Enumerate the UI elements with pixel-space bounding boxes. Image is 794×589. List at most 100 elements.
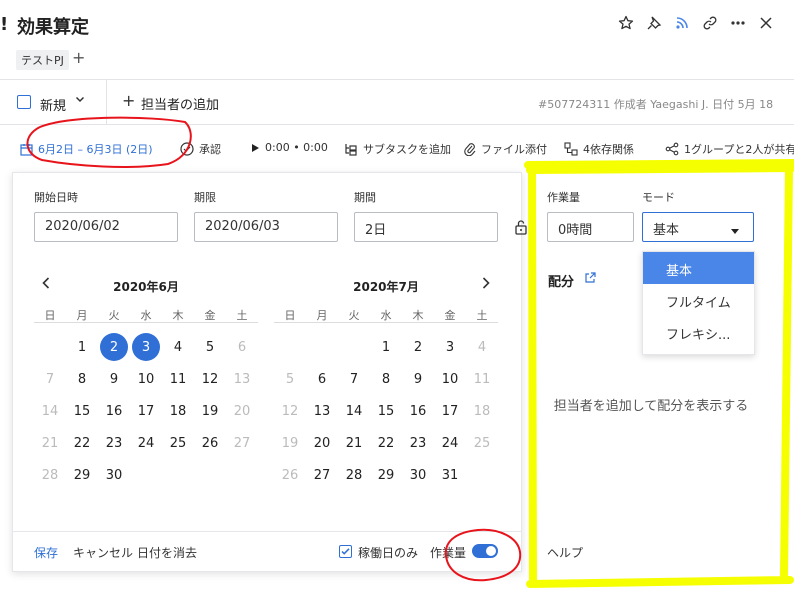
save-button[interactable]: 保存 xyxy=(34,544,58,561)
calendar-day[interactable]: 3 xyxy=(130,331,162,363)
calendar-day[interactable]: 20 xyxy=(226,395,258,427)
calendar-day[interactable]: 10 xyxy=(130,363,162,395)
attach-button[interactable]: ファイル添付 xyxy=(464,141,547,157)
calendar-day[interactable]: 9 xyxy=(402,363,434,395)
effort-input[interactable]: 0時間 xyxy=(547,212,634,242)
calendar-day[interactable]: 18 xyxy=(162,395,194,427)
share-button[interactable]: 1グループと2人が共有 xyxy=(665,141,794,157)
star-icon[interactable] xyxy=(615,12,637,34)
calendar-day[interactable]: 10 xyxy=(434,363,466,395)
duration-input[interactable]: 2日 xyxy=(354,212,498,242)
calendar-day[interactable]: 11 xyxy=(466,363,498,395)
calendar-day[interactable]: 6 xyxy=(306,363,338,395)
more-icon[interactable] xyxy=(727,12,749,34)
calendar-day[interactable]: 19 xyxy=(194,395,226,427)
calendar-day[interactable]: 4 xyxy=(466,331,498,363)
calendar-day[interactable]: 28 xyxy=(34,459,66,491)
mode-option-flexible[interactable]: フレキシ... xyxy=(643,316,754,348)
calendar-day-number: 15 xyxy=(377,403,395,419)
calendar-day[interactable]: 13 xyxy=(226,363,258,395)
calendar-day[interactable]: 30 xyxy=(98,459,130,491)
calendar-day[interactable]: 29 xyxy=(66,459,98,491)
rss-icon[interactable] xyxy=(671,12,693,34)
calendar-day[interactable]: 25 xyxy=(162,427,194,459)
calendar-day[interactable]: 27 xyxy=(226,427,258,459)
calendar-day[interactable]: 22 xyxy=(66,427,98,459)
calendar-day[interactable]: 21 xyxy=(34,427,66,459)
calendar-day[interactable]: 17 xyxy=(434,395,466,427)
calendar-day[interactable]: 5 xyxy=(194,331,226,363)
calendar-day[interactable]: 14 xyxy=(338,395,370,427)
due-date-input[interactable]: 2020/06/03 xyxy=(194,212,338,242)
importance-icon[interactable]: ! xyxy=(0,14,8,35)
calendar-day[interactable]: 29 xyxy=(370,459,402,491)
calendar-day[interactable]: 15 xyxy=(370,395,402,427)
calendar-day[interactable]: 12 xyxy=(274,395,306,427)
close-icon[interactable] xyxy=(755,12,777,34)
calendar-day[interactable]: 11 xyxy=(162,363,194,395)
calendar-day[interactable]: 22 xyxy=(370,427,402,459)
calendar-day[interactable]: 7 xyxy=(34,363,66,395)
dependencies-button[interactable]: 4依存関係 xyxy=(564,141,634,157)
calendar-day[interactable]: 21 xyxy=(338,427,370,459)
calendar-day[interactable]: 7 xyxy=(338,363,370,395)
calendar-day[interactable]: 1 xyxy=(370,331,402,363)
timer-button[interactable]: 0:00 • 0:00 xyxy=(250,141,328,154)
calendar-day[interactable]: 4 xyxy=(162,331,194,363)
calendar-day[interactable]: 8 xyxy=(370,363,402,395)
clear-dates-button[interactable]: 日付を消去 xyxy=(137,544,197,561)
calendar-day[interactable]: 6 xyxy=(226,331,258,363)
calendar-day[interactable]: 5 xyxy=(274,363,306,395)
add-tag-button[interactable]: + xyxy=(72,48,85,67)
calendar-day[interactable]: 28 xyxy=(338,459,370,491)
calendar-day[interactable]: 16 xyxy=(402,395,434,427)
project-tag[interactable]: テストPJ xyxy=(16,50,69,70)
calendar-day[interactable]: 13 xyxy=(306,395,338,427)
status-label[interactable]: 新規 xyxy=(40,95,66,114)
add-assignee-icon[interactable]: + xyxy=(122,91,135,110)
calendar-day[interactable]: 3 xyxy=(434,331,466,363)
calendar-day[interactable]: 2 xyxy=(98,331,130,363)
mode-option-basic[interactable]: 基本 xyxy=(643,252,754,284)
external-link-icon[interactable] xyxy=(584,272,596,287)
calendar-day[interactable]: 18 xyxy=(466,395,498,427)
mode-option-fulltime[interactable]: フルタイム xyxy=(643,284,754,316)
chevron-down-icon[interactable] xyxy=(74,93,86,108)
calendar-day[interactable]: 14 xyxy=(34,395,66,427)
cancel-button[interactable]: キャンセル xyxy=(73,544,133,561)
calendar-day[interactable]: 2 xyxy=(402,331,434,363)
effort-toggle[interactable] xyxy=(472,544,498,558)
working-days-checkbox[interactable] xyxy=(339,545,352,558)
calendar-day[interactable]: 12 xyxy=(194,363,226,395)
calendar-day[interactable]: 27 xyxy=(306,459,338,491)
approve-button[interactable]: 承認 xyxy=(180,141,221,157)
task-title[interactable]: 効果算定 xyxy=(17,13,89,39)
calendar-day[interactable]: 17 xyxy=(130,395,162,427)
calendar-day[interactable]: 26 xyxy=(274,459,306,491)
start-date-input[interactable]: 2020/06/02 xyxy=(34,212,178,242)
subtask-button[interactable]: サブタスクを追加 xyxy=(344,141,451,157)
calendar-day[interactable]: 25 xyxy=(466,427,498,459)
calendar-day[interactable]: 9 xyxy=(98,363,130,395)
dates-button[interactable]: 6月2日 – 6月3日 (2日) xyxy=(20,141,153,157)
calendar-day[interactable]: 31 xyxy=(434,459,466,491)
status-checkbox[interactable] xyxy=(17,95,31,109)
calendar-day[interactable]: 19 xyxy=(274,427,306,459)
calendar-day[interactable]: 20 xyxy=(306,427,338,459)
calendar-day-number: 7 xyxy=(45,371,55,387)
pin-icon[interactable] xyxy=(643,12,665,34)
calendar-day[interactable]: 23 xyxy=(402,427,434,459)
calendar-day[interactable]: 24 xyxy=(130,427,162,459)
calendar-day[interactable]: 23 xyxy=(98,427,130,459)
calendar-day[interactable]: 26 xyxy=(194,427,226,459)
calendar-day[interactable]: 24 xyxy=(434,427,466,459)
link-icon[interactable] xyxy=(699,12,721,34)
unlock-icon[interactable] xyxy=(514,219,528,238)
help-link[interactable]: ヘルプ xyxy=(547,544,583,561)
calendar-day[interactable]: 30 xyxy=(402,459,434,491)
calendar-day[interactable]: 15 xyxy=(66,395,98,427)
calendar-day[interactable]: 16 xyxy=(98,395,130,427)
calendar-day[interactable]: 8 xyxy=(66,363,98,395)
add-assignee-button[interactable]: 担当者の追加 xyxy=(141,94,219,113)
calendar-day[interactable]: 1 xyxy=(66,331,98,363)
